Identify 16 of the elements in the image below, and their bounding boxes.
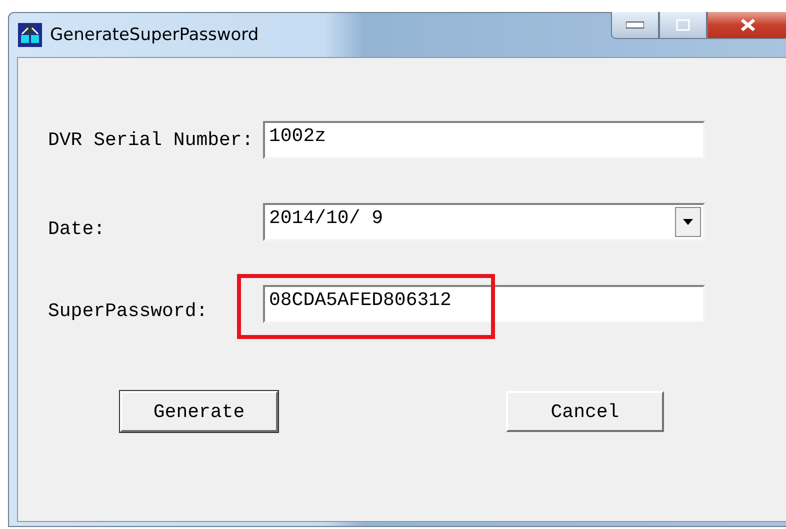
dialog-button[interactable]: Cancel — [506, 391, 664, 432]
close-icon — [739, 18, 757, 32]
dialog-button[interactable]: Generate — [120, 391, 278, 432]
field-label: Date: — [47, 218, 106, 240]
minimize-button[interactable] — [611, 12, 659, 39]
maximize-button[interactable] — [659, 12, 707, 39]
field-label: SuperPassword: — [47, 300, 209, 322]
field-label: DVR Serial Number: — [47, 129, 254, 151]
date-dropdown[interactable]: 2014/10/ 9 — [263, 203, 705, 241]
minimize-icon — [626, 21, 644, 29]
window-title: GenerateSuperPassword — [50, 25, 259, 45]
input-field[interactable]: 08CDA5AFED806312 — [263, 285, 705, 323]
maximize-icon — [676, 19, 690, 31]
close-button[interactable] — [707, 12, 786, 39]
caret-icon — [683, 219, 693, 225]
input-field[interactable]: 1002z — [263, 121, 705, 159]
